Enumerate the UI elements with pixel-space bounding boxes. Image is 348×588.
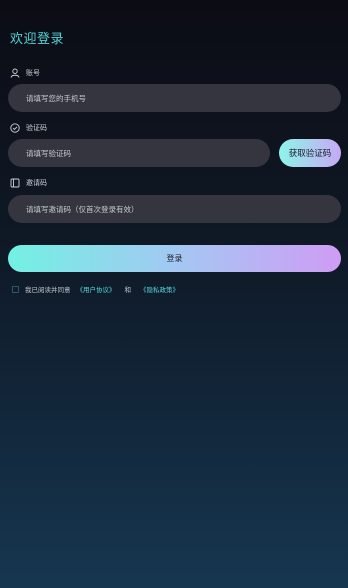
phone-input-placeholder: 请填写您的手机号 [26, 93, 86, 103]
shield-check-icon [10, 123, 20, 133]
account-label: 账号 [26, 69, 40, 77]
login-button[interactable]: 登录 [8, 245, 341, 272]
invite-input-placeholder: 请填写邀请码（仅首次登录有效） [26, 204, 139, 214]
code-label-row: 验证码 [10, 123, 47, 133]
get-code-button[interactable]: 获取验证码 [279, 139, 341, 167]
invite-card-icon [10, 178, 20, 188]
agreement-and-text: 和 [124, 286, 132, 294]
agreement-checkbox[interactable] [12, 285, 19, 293]
code-label: 验证码 [26, 124, 47, 132]
invite-label: 邀请码 [26, 179, 47, 187]
user-icon [10, 68, 20, 78]
agreement-row: 我已阅读并同意 《用户协议》 和 《隐私政策》 [12, 284, 179, 294]
account-label-row: 账号 [10, 68, 40, 78]
invite-input[interactable]: 请填写邀请码（仅首次登录有效） [8, 195, 341, 223]
code-input[interactable]: 请填写验证码 [8, 139, 270, 167]
privacy-policy-link[interactable]: 《隐私政策》 [140, 284, 179, 294]
code-input-placeholder: 请填写验证码 [26, 148, 71, 158]
invite-label-row: 邀请码 [10, 178, 47, 188]
phone-input[interactable]: 请填写您的手机号 [8, 84, 341, 112]
page-title: 欢迎登录 [10, 32, 65, 47]
user-agreement-link[interactable]: 《用户协议》 [77, 284, 116, 294]
agreement-text: 我已阅读并同意 [25, 286, 71, 294]
